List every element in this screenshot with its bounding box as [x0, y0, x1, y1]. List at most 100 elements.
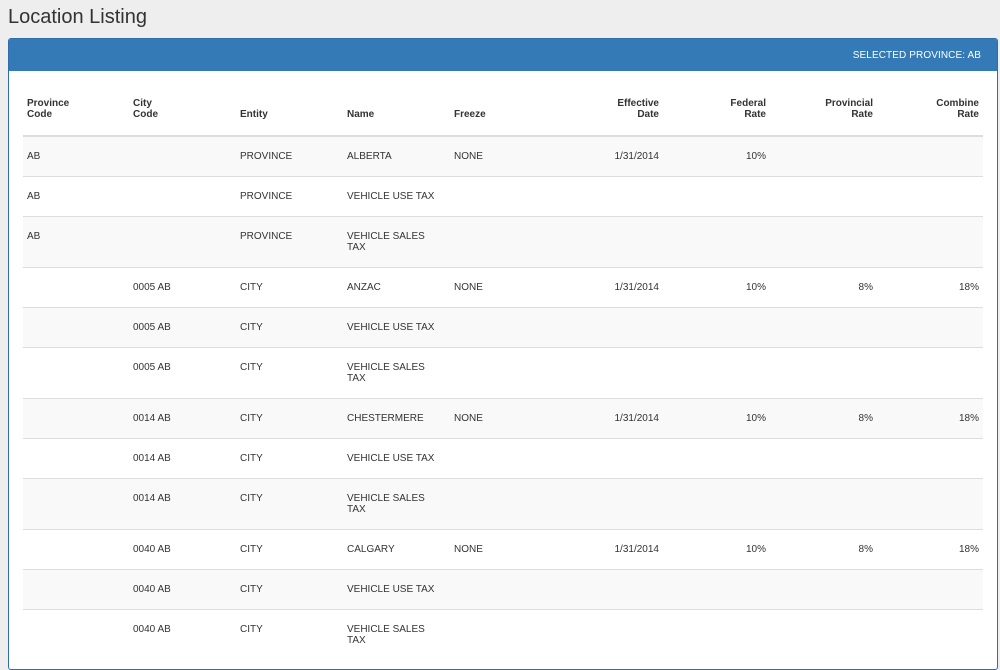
- column-header-city-code[interactable]: City Code: [129, 90, 236, 137]
- cell-province-code: [23, 569, 129, 610]
- page-title: Location Listing: [8, 6, 147, 28]
- cell-effective-date: [557, 216, 663, 268]
- cell-city-code: 0040 AB: [129, 609, 236, 660]
- cell-freeze: NONE: [450, 529, 557, 570]
- cell-federal-rate: 10%: [663, 398, 770, 439]
- cell-provincial-rate: 8%: [770, 398, 877, 439]
- cell-federal-rate: 10%: [663, 529, 770, 570]
- table-row[interactable]: 0014 AB CITY VEHICLE USE TAX: [23, 438, 983, 479]
- cell-province-code: AB: [23, 176, 129, 217]
- column-header-freeze[interactable]: Freeze: [450, 90, 557, 137]
- column-header-provincial-rate[interactable]: Provincial Rate: [770, 90, 877, 137]
- cell-name-line1: VEHICLE SALES: [347, 493, 425, 504]
- cell-entity: CITY: [236, 609, 343, 660]
- cell-name-line1: CHESTERMERE: [347, 413, 424, 424]
- table-row[interactable]: AB PROVINCE ALBERTA NONE 1/31/2014 10%: [23, 135, 983, 177]
- table-body: AB PROVINCE ALBERTA NONE 1/31/2014 10% AB PROVI…: [23, 135, 983, 660]
- cell-name-line1: VEHICLE USE TAX: [347, 584, 435, 595]
- cell-name-line2: TAX: [347, 635, 366, 646]
- cell-federal-rate: 10%: [663, 135, 770, 177]
- cell-combine-rate: [877, 438, 983, 479]
- cell-name-line1: CALGARY: [347, 544, 395, 555]
- cell-provincial-rate: [770, 347, 877, 399]
- cell-combine-rate: 18%: [877, 267, 983, 308]
- cell-provincial-rate: 8%: [770, 529, 877, 570]
- table-row[interactable]: 0005 AB CITY VEHICLE USE TAX: [23, 307, 983, 348]
- cell-provincial-rate: 8%: [770, 267, 877, 308]
- table-row[interactable]: 0005 AB CITY ANZAC NONE 1/31/2014 10% 8% 18%: [23, 267, 983, 308]
- cell-city-code: 0005 AB: [129, 267, 236, 308]
- column-header-province-code[interactable]: Province Code: [23, 90, 129, 137]
- cell-freeze: NONE: [450, 398, 557, 439]
- cell-province-code: AB: [23, 216, 129, 268]
- cell-effective-date: 1/31/2014: [557, 529, 663, 570]
- cell-provincial-rate: [770, 307, 877, 348]
- cell-city-code: 0040 AB: [129, 569, 236, 610]
- cell-combine-rate: [877, 135, 983, 177]
- cell-freeze: [450, 216, 557, 268]
- cell-effective-date: 1/31/2014: [557, 267, 663, 308]
- column-header-entity[interactable]: Entity: [236, 90, 343, 137]
- cell-province-code: [23, 529, 129, 570]
- cell-name-line1: VEHICLE SALES: [347, 624, 425, 635]
- cell-name: ANZAC: [343, 267, 450, 308]
- cell-effective-date: 1/31/2014: [557, 135, 663, 177]
- cell-city-code: 0005 AB: [129, 307, 236, 348]
- cell-name-line1: VEHICLE USE TAX: [347, 453, 435, 464]
- cell-effective-date: [557, 609, 663, 660]
- table-row[interactable]: 0014 AB CITY VEHICLE SALES TAX: [23, 478, 983, 530]
- cell-province-code: [23, 347, 129, 399]
- cell-name-line2: TAX: [347, 242, 366, 253]
- cell-province-code: [23, 438, 129, 479]
- cell-name: VEHICLE SALES TAX: [343, 216, 450, 268]
- cell-provincial-rate: [770, 609, 877, 660]
- column-header-name[interactable]: Name: [343, 90, 450, 137]
- cell-combine-rate: [877, 347, 983, 399]
- cell-provincial-rate: [770, 438, 877, 479]
- cell-effective-date: 1/31/2014: [557, 398, 663, 439]
- table-header-row: Province Code City Code Entity Name Freeze…: [23, 90, 983, 137]
- cell-federal-rate: 10%: [663, 267, 770, 308]
- cell-province-code: [23, 307, 129, 348]
- cell-combine-rate: 18%: [877, 529, 983, 570]
- cell-combine-rate: [877, 307, 983, 348]
- table-row[interactable]: 0040 AB CITY CALGARY NONE 1/31/2014 10% 8% 18%: [23, 529, 983, 570]
- cell-name: ALBERTA: [343, 135, 450, 177]
- cell-name-line1: VEHICLE SALES: [347, 231, 425, 242]
- cell-federal-rate: [663, 176, 770, 217]
- cell-freeze: NONE: [450, 267, 557, 308]
- cell-province-code: [23, 267, 129, 308]
- table-row[interactable]: 0040 AB CITY VEHICLE USE TAX: [23, 569, 983, 610]
- selected-province-label: SELECTED PROVINCE: AB: [852, 49, 981, 61]
- cell-federal-rate: [663, 478, 770, 530]
- cell-province-code: [23, 398, 129, 439]
- cell-name-line1: ANZAC: [347, 282, 381, 293]
- table-row[interactable]: AB PROVINCE VEHICLE USE TAX: [23, 176, 983, 217]
- cell-name: CALGARY: [343, 529, 450, 570]
- table-row[interactable]: 0005 AB CITY VEHICLE SALES TAX: [23, 347, 983, 399]
- cell-city-code: 0005 AB: [129, 347, 236, 399]
- table-row[interactable]: 0014 AB CITY CHESTERMERE NONE 1/31/2014 10% 8%…: [23, 398, 983, 439]
- cell-entity: PROVINCE: [236, 135, 343, 177]
- cell-name-line1: VEHICLE USE TAX: [347, 322, 435, 333]
- cell-name: VEHICLE SALES TAX: [343, 478, 450, 530]
- cell-entity: CITY: [236, 307, 343, 348]
- column-header-effective-date[interactable]: Effective Date: [557, 90, 663, 137]
- cell-city-code: 0014 AB: [129, 398, 236, 439]
- column-header-combine-rate[interactable]: Combine Rate: [877, 90, 983, 137]
- cell-combine-rate: 18%: [877, 398, 983, 439]
- cell-federal-rate: [663, 569, 770, 610]
- cell-name: VEHICLE USE TAX: [343, 569, 450, 610]
- cell-name: VEHICLE USE TAX: [343, 438, 450, 479]
- table-row[interactable]: 0040 AB CITY VEHICLE SALES TAX: [23, 609, 983, 660]
- column-header-federal-rate[interactable]: Federal Rate: [663, 90, 770, 137]
- table-row[interactable]: AB PROVINCE VEHICLE SALES TAX: [23, 216, 983, 268]
- cell-freeze: [450, 307, 557, 348]
- cell-combine-rate: [877, 569, 983, 610]
- cell-effective-date: [557, 569, 663, 610]
- cell-federal-rate: [663, 347, 770, 399]
- cell-entity: CITY: [236, 569, 343, 610]
- cell-name: VEHICLE USE TAX: [343, 307, 450, 348]
- cell-name: CHESTERMERE: [343, 398, 450, 439]
- cell-name-line2: TAX: [347, 373, 366, 384]
